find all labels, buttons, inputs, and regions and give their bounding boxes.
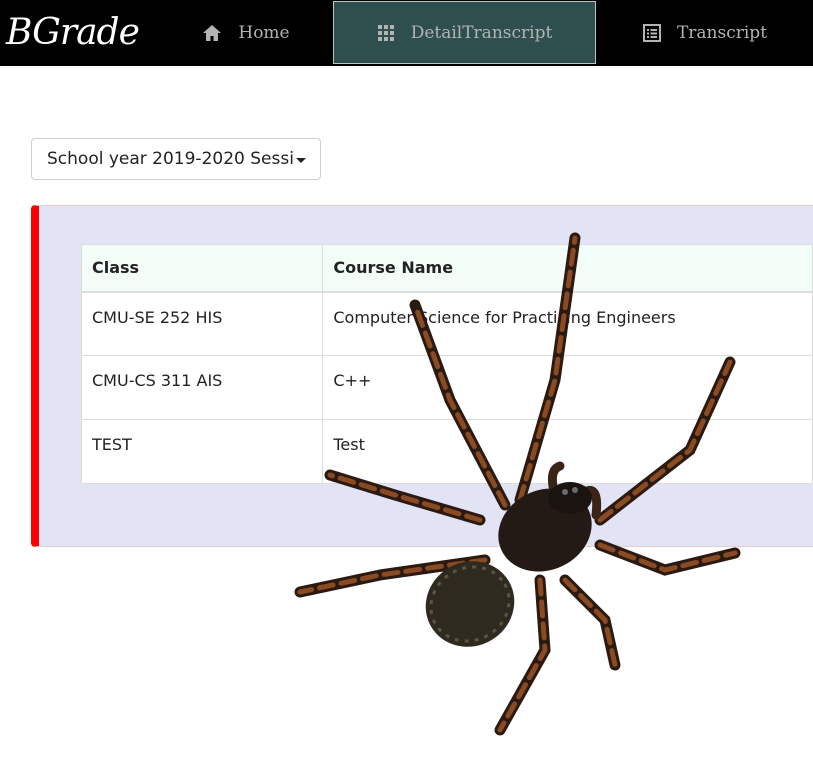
- class-cell: TEST: [80, 419, 324, 484]
- class-cell: CMU-CS 311 AIS: [80, 355, 324, 420]
- chevron-down-icon: [296, 158, 306, 163]
- session-select-value: School year 2019-2020 Session I: [47, 149, 295, 169]
- top-navbar: BGrade Home DetailTranscript Transcript: [0, 0, 813, 66]
- brand-logo[interactable]: BGrade: [6, 6, 140, 60]
- class-cell: CMU-SE 252 HIS: [80, 291, 324, 356]
- session-select[interactable]: School year 2019-2020 Session I: [31, 138, 321, 180]
- nav-transcript[interactable]: Transcript: [630, 0, 780, 66]
- nav-home[interactable]: Home: [190, 0, 302, 66]
- grid-icon: [377, 24, 395, 42]
- nav-detail-transcript-label: DetailTranscript: [410, 22, 553, 43]
- nav-detail-transcript[interactable]: DetailTranscript: [333, 1, 596, 64]
- list-icon: [642, 24, 661, 42]
- home-icon: [202, 24, 222, 42]
- column-header-class: Class: [80, 244, 324, 293]
- nav-transcript-label: Transcript: [676, 23, 768, 43]
- spider-icon: [294, 232, 741, 736]
- nav-home-label: Home: [238, 23, 290, 43]
